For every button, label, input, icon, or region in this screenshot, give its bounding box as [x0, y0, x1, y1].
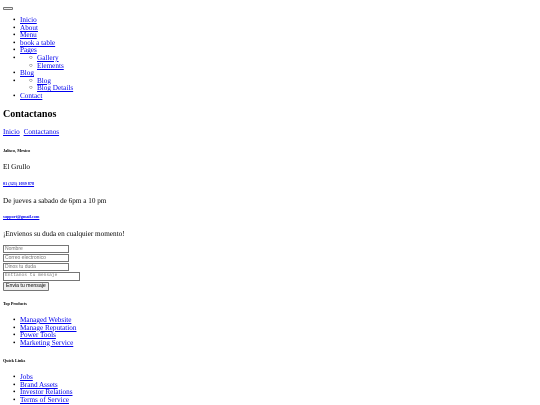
name-field[interactable]: Nombre [3, 245, 69, 253]
submenu-item-blog-details: Blog Details [29, 84, 73, 93]
phone-link[interactable]: 01 (321) 1039 878 [3, 181, 34, 186]
submenu-link-blog-details[interactable]: Blog Details [37, 84, 73, 93]
blog-submenu: Blog Blog Details [29, 77, 73, 93]
pages-submenu: Gallery Elements [29, 54, 73, 71]
send-message-button[interactable]: Envia tu mensaje [3, 282, 49, 291]
top-products-heading: Top Products [3, 301, 27, 306]
breadcrumb-link-contactanos[interactable]: Contactanos [24, 128, 60, 136]
list-item: Terms of Service [13, 396, 73, 405]
link-marketing-service[interactable]: Marketing Service [20, 339, 73, 347]
message-textarea[interactable]: Enttanos tu mensaje [3, 272, 80, 281]
phone-label: 01 (321) 1039 878 [3, 181, 34, 186]
list-item: Marketing Service [13, 339, 77, 348]
breadcrumb: Inicio Contactanos [3, 128, 61, 137]
page-title: Contactanos [3, 109, 57, 120]
email-label: support@gmail.com [3, 214, 39, 219]
nav-link-contact[interactable]: Contact [20, 92, 42, 100]
quick-links-list: Jobs Brand Assets Investor Relations Ter… [13, 373, 73, 405]
subject-field[interactable]: Dinos tu duda [3, 263, 69, 271]
location-text: El Grullo [3, 163, 30, 171]
email-text: ¡Envienos su duda en cualquier momento! [3, 230, 125, 238]
nav-item-contact: Contact [13, 92, 73, 101]
link-terms-of-service[interactable]: Terms of Service [20, 396, 69, 404]
nav-link-blog[interactable]: Blog [20, 69, 34, 77]
submenu-item-elements: Elements [29, 62, 73, 71]
navbar-toggler-button[interactable] [3, 7, 13, 10]
location-label: Jalisco, Mexico [3, 148, 31, 153]
email-link[interactable]: support@gmail.com [3, 214, 39, 219]
nav-link-pages[interactable]: Pages [20, 46, 37, 55]
submenu-link-elements[interactable]: Elements [37, 62, 64, 70]
main-nav: Inicio About Menu book a table Pages Gal… [13, 16, 73, 101]
email-field[interactable]: Correo electronico [3, 254, 69, 262]
hours-text: De jueves a sabado de 6pm a 10 pm [3, 197, 107, 205]
quick-links-heading: Quick Links [3, 358, 26, 363]
nav-blog-submenu-wrap: Blog Blog Details [13, 77, 73, 93]
top-products-list: Managed Website Manage Reputation Power … [13, 316, 77, 348]
nav-pages-submenu-wrap: Gallery Elements [13, 54, 73, 71]
breadcrumb-link-inicio[interactable]: Inicio [3, 128, 20, 136]
